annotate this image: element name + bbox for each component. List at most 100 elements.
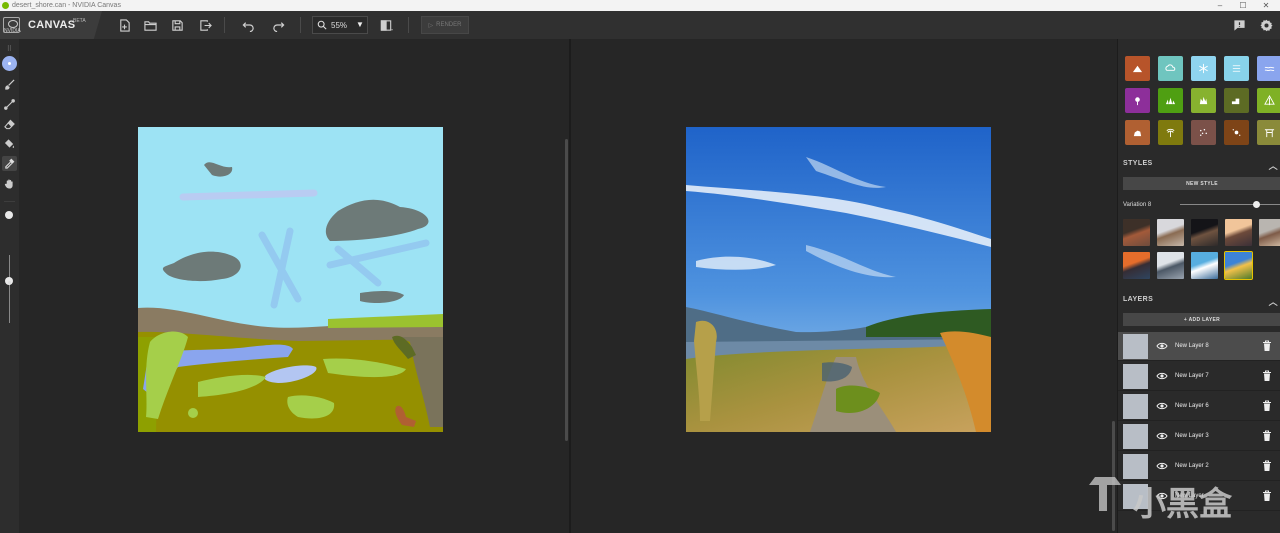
save-button[interactable] <box>168 16 186 34</box>
style-thumbnail[interactable] <box>1191 219 1218 246</box>
style-thumbnail[interactable] <box>1157 252 1184 279</box>
material-swatch-dirt[interactable] <box>1224 120 1249 145</box>
material-swatch-grass[interactable] <box>1158 88 1183 113</box>
material-swatch-tree[interactable] <box>1257 88 1280 113</box>
variation-slider-knob[interactable] <box>1253 201 1261 208</box>
maximize-button[interactable]: ☐ <box>1232 0 1254 11</box>
variation-slider[interactable] <box>1180 204 1280 205</box>
style-thumbnail[interactable] <box>1123 219 1150 246</box>
close-button[interactable]: ✕ <box>1255 0 1277 11</box>
feedback-button[interactable] <box>1230 16 1248 34</box>
main-toolbar: NVIDIA CANVAS BETA 55% ▼ ▷ RENDER <box>0 11 1280 39</box>
material-swatch-water[interactable] <box>1257 56 1280 81</box>
snow-icon <box>1199 63 1208 74</box>
layer-row[interactable]: New Layer 6 <box>1118 392 1280 421</box>
layer-row[interactable]: New Layer 8 <box>1118 332 1280 361</box>
compare-icon <box>380 19 393 31</box>
new-style-button[interactable]: NEW STYLE <box>1123 177 1280 190</box>
fill-tool[interactable] <box>2 136 17 151</box>
eye-icon[interactable] <box>1156 371 1168 381</box>
layers-section-header[interactable]: LAYERS ︿ <box>1123 296 1278 307</box>
canvas-app-window: desert_shore.can - NVIDIA Canvas – ☐ ✕ N… <box>0 0 1280 533</box>
material-swatch-bush[interactable] <box>1191 88 1216 113</box>
toolbar-separator <box>224 17 225 33</box>
styles-section-header[interactable]: STYLES ︿ <box>1123 160 1278 171</box>
layer-row[interactable]: New Layer 3 <box>1118 422 1280 451</box>
style-thumbnail[interactable] <box>1259 219 1280 246</box>
settings-icon <box>1259 19 1273 31</box>
styles-header: STYLES <box>1123 160 1153 167</box>
hill-icon <box>1231 98 1240 105</box>
undo-button[interactable] <box>239 16 257 34</box>
layer-name: New Layer 6 <box>1175 403 1209 409</box>
render-button[interactable]: ▷ RENDER <box>421 16 469 34</box>
bush-icon <box>1199 96 1208 105</box>
brush-icon <box>5 79 15 90</box>
canvas-scrollbar[interactable] <box>565 139 568 441</box>
eye-icon[interactable] <box>1156 341 1168 351</box>
line-tool[interactable] <box>2 97 17 112</box>
style-thumbnail[interactable] <box>1123 252 1150 279</box>
material-swatch-hill[interactable] <box>1224 88 1249 113</box>
trash-icon[interactable] <box>1262 400 1272 412</box>
material-swatch-snow[interactable] <box>1191 56 1216 81</box>
eraser-tool[interactable] <box>2 117 17 132</box>
brush-size-min-marker <box>8 281 11 284</box>
material-swatch-structure[interactable] <box>1257 120 1280 145</box>
material-swatch-sky[interactable] <box>1224 56 1249 81</box>
pan-tool[interactable] <box>2 176 17 191</box>
chevron-up-icon[interactable]: ︿ <box>1269 295 1278 308</box>
trash-icon[interactable] <box>1262 430 1272 442</box>
zoom-dropdown[interactable]: 55% ▼ <box>312 16 368 34</box>
chevron-up-icon[interactable]: ︿ <box>1269 159 1278 172</box>
palm-icon <box>1166 128 1175 138</box>
water-icon <box>1264 66 1275 72</box>
layers-header: LAYERS <box>1123 296 1154 303</box>
brush-size-max-marker <box>5 211 13 219</box>
rock-icon <box>1133 130 1142 137</box>
eye-icon[interactable] <box>1156 461 1168 471</box>
layer-thumbnail <box>1123 334 1148 359</box>
minimize-button[interactable]: – <box>1209 0 1231 11</box>
new-file-button[interactable] <box>115 16 133 34</box>
material-swatch-cloud[interactable] <box>1158 56 1183 81</box>
open-file-button[interactable] <box>141 16 159 34</box>
trash-icon[interactable] <box>1262 370 1272 382</box>
add-layer-button[interactable]: + ADD LAYER <box>1123 313 1280 326</box>
eyedropper-tool[interactable] <box>2 156 17 171</box>
material-swatch-rock[interactable] <box>1125 120 1150 145</box>
drag-handle-icon[interactable]: ⠿ <box>2 41 17 56</box>
compare-view-button[interactable] <box>377 16 395 34</box>
eye-icon[interactable] <box>1156 401 1168 411</box>
brush-size-slider[interactable] <box>9 255 10 323</box>
brand: NVIDIA CANVAS BETA <box>0 11 102 39</box>
redo-icon <box>272 21 284 32</box>
dirt-icon <box>1232 129 1241 136</box>
material-swatch-flower[interactable] <box>1125 88 1150 113</box>
eye-icon[interactable] <box>1156 431 1168 441</box>
gravel-icon <box>1200 129 1207 136</box>
undo-icon <box>242 21 254 32</box>
trash-icon[interactable] <box>1262 490 1272 502</box>
flower-icon <box>1135 97 1140 106</box>
export-icon <box>199 19 212 31</box>
style-thumbnail[interactable] <box>1157 219 1184 246</box>
style-thumbnail[interactable] <box>1191 252 1218 279</box>
brush-tool[interactable] <box>2 77 17 92</box>
brush-color-tool[interactable] <box>2 56 17 71</box>
trash-icon[interactable] <box>1262 340 1272 352</box>
zoom-value: 55% <box>331 21 348 30</box>
settings-button[interactable] <box>1257 16 1275 34</box>
material-swatch-gravel[interactable] <box>1191 120 1216 145</box>
redo-button[interactable] <box>269 16 287 34</box>
style-thumbnail[interactable] <box>1224 251 1253 280</box>
open-folder-icon <box>143 20 157 31</box>
material-swatch-palm[interactable] <box>1158 120 1183 145</box>
material-swatch-mountain[interactable] <box>1125 56 1150 81</box>
export-button[interactable] <box>196 16 214 34</box>
style-thumbnail[interactable] <box>1225 219 1252 246</box>
layer-row[interactable]: New Layer 7 <box>1118 362 1280 391</box>
right-panel: STYLES ︿ NEW STYLE Variation 8 LAYERS ︿ … <box>1117 39 1280 533</box>
segmentation-map-canvas[interactable] <box>138 127 443 432</box>
trash-icon[interactable] <box>1262 460 1272 472</box>
